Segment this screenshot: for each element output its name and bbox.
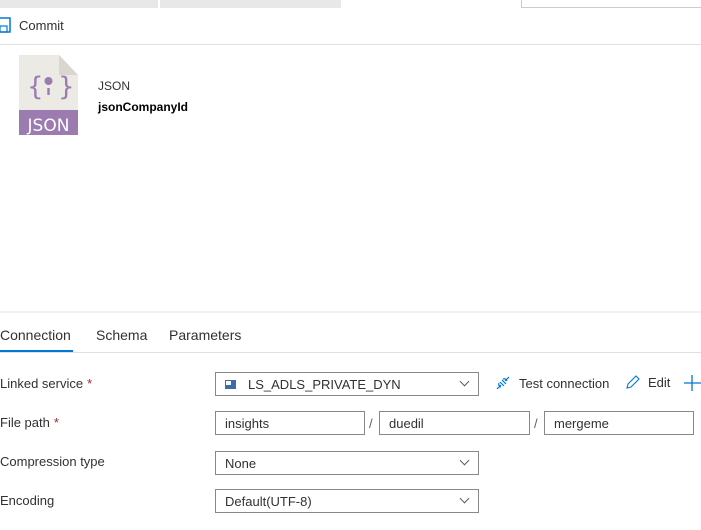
compression-label: Compression type [0,454,105,469]
top-tab-1[interactable] [0,0,158,8]
divider [0,44,701,45]
commit-label: Commit [19,17,64,33]
json-file-icon: JSON { } [19,55,78,135]
commit-button[interactable]: Commit [0,17,64,33]
top-tab-4[interactable] [521,0,701,8]
encoding-dropdown[interactable]: Default(UTF-8) [215,489,479,513]
encoding-value: Default(UTF-8) [225,493,312,509]
save-icon [0,17,11,33]
directory-input[interactable]: duedil [379,411,530,435]
tab-connection[interactable]: Connection [0,327,71,343]
linked-service-dropdown[interactable]: LS_ADLS_PRIVATE_DYN [215,372,479,396]
edit-button[interactable]: Edit [625,375,670,390]
panel-divider [0,311,701,313]
test-connection-button[interactable]: Test connection [495,375,609,391]
svg-text:}: } [58,72,75,102]
tab-parameters[interactable]: Parameters [169,327,241,343]
linked-service-value: LS_ADLS_PRIVATE_DYN [248,376,401,392]
compression-dropdown[interactable]: None [215,451,479,475]
storage-icon [225,379,236,389]
top-tab-2[interactable] [160,0,341,8]
json-icon-text: JSON [27,116,70,135]
chevron-down-icon [459,376,470,387]
container-input[interactable]: insights [215,411,365,435]
dataset-name: jsonCompanyId [98,100,189,114]
tab-schema[interactable]: Schema [96,327,147,343]
pencil-icon [626,375,640,389]
compression-value: None [225,455,257,471]
file-path-label: File path * [0,415,59,430]
svg-text:{: { [27,72,44,102]
encoding-label: Encoding [0,493,55,508]
chevron-down-icon [459,455,470,466]
path-separator: / [369,416,373,431]
chevron-down-icon [459,493,470,504]
test-connection-label: Test connection [519,375,610,391]
plus-icon[interactable] [684,375,701,391]
plug-icon [496,376,510,390]
path-separator: / [534,416,538,431]
dataset-type: JSON [98,79,131,93]
edit-label: Edit [648,375,671,390]
tabs-divider [0,352,701,353]
linked-service-label: Linked service * [0,376,93,391]
file-input[interactable]: mergeme [544,411,694,435]
